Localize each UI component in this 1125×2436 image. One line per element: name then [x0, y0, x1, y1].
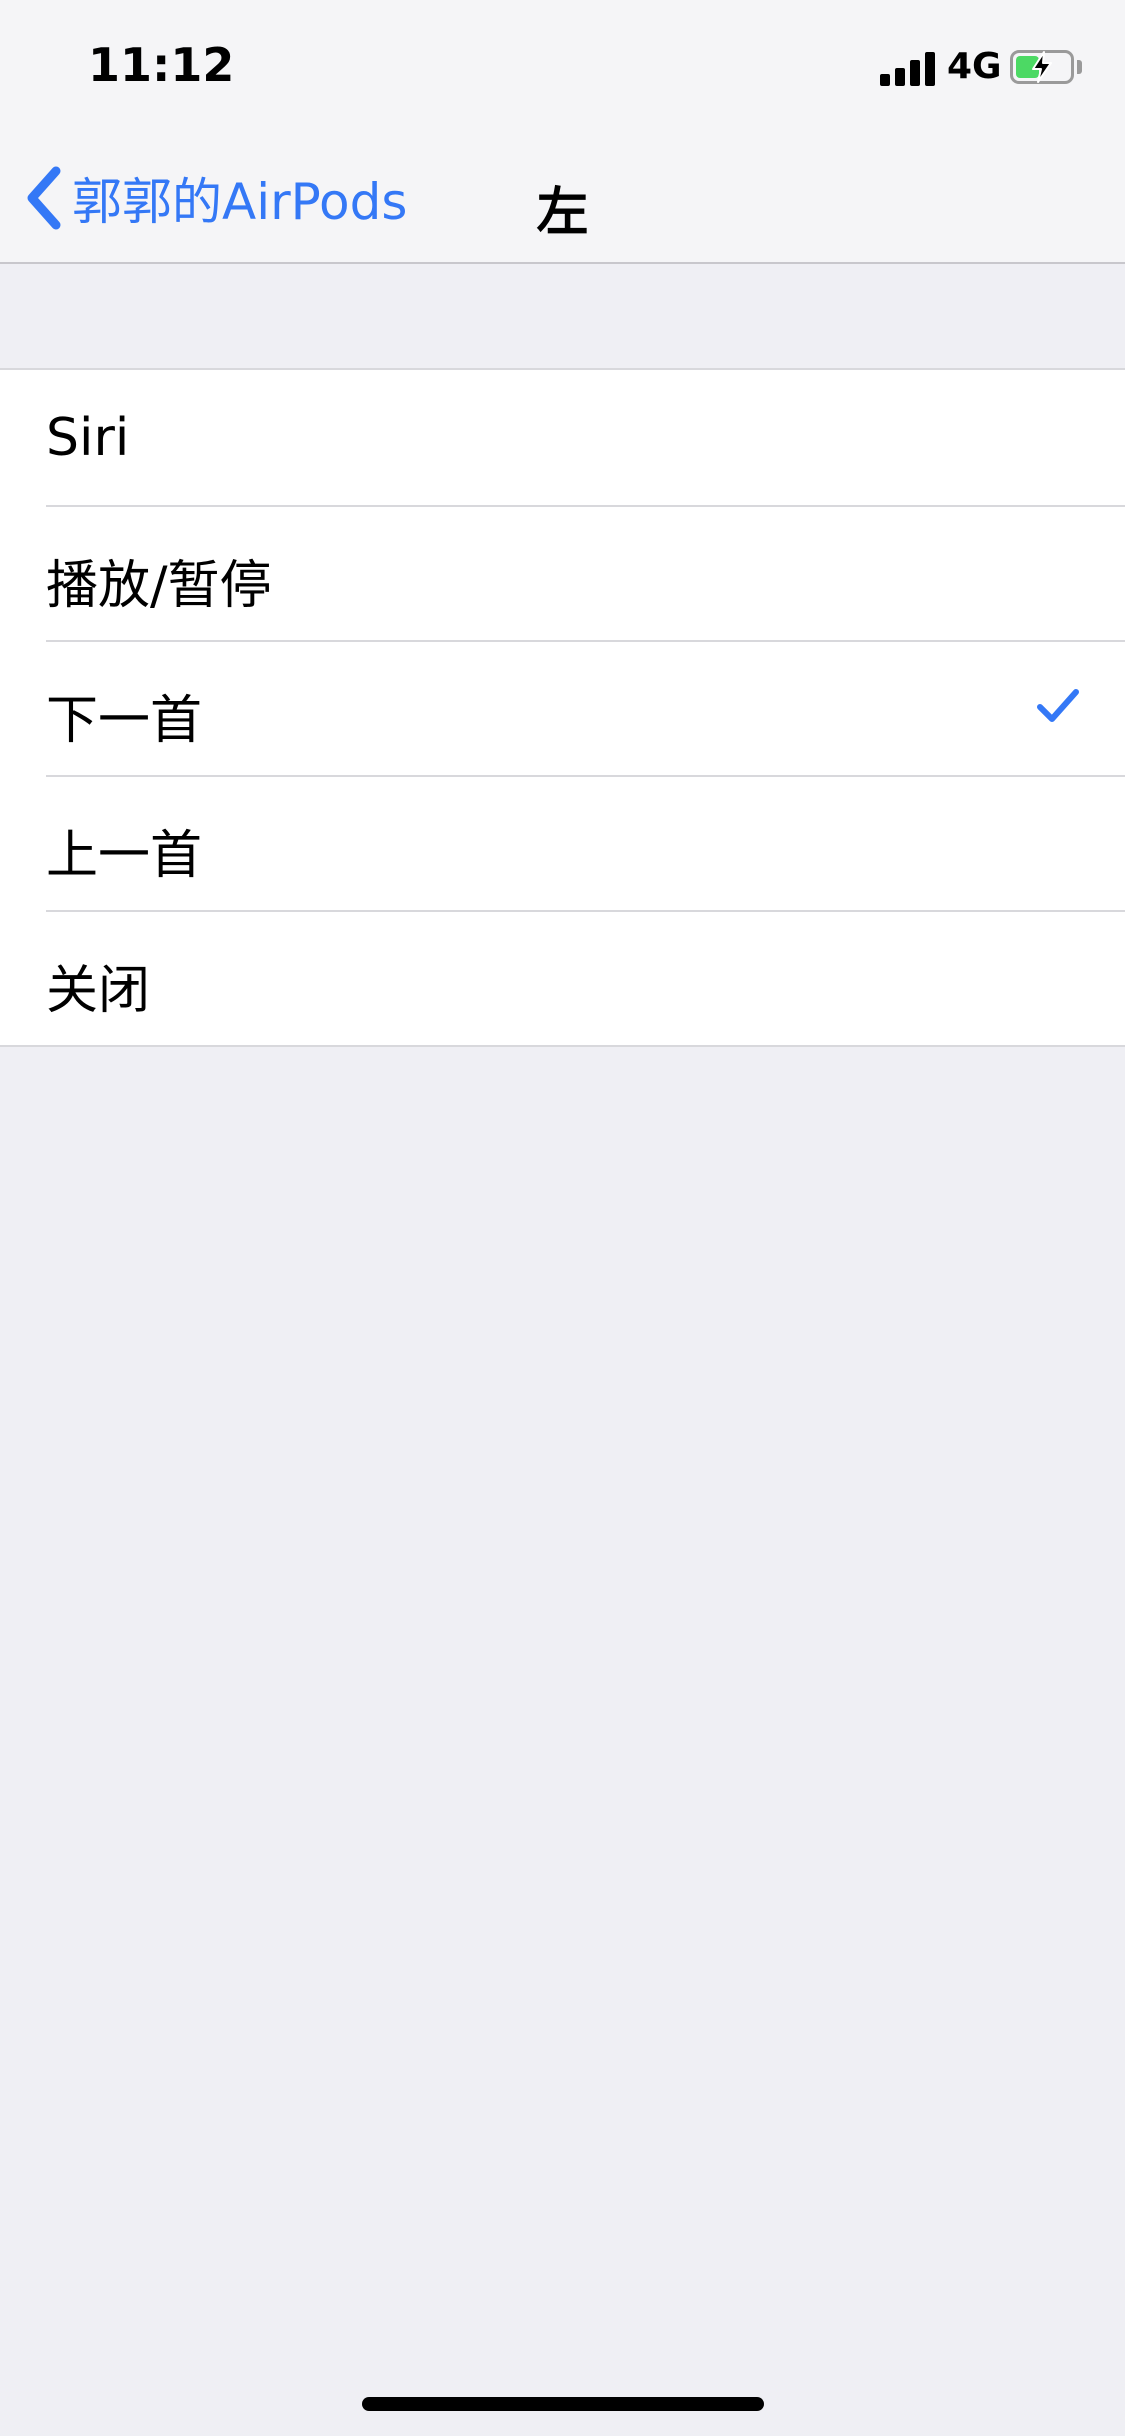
option-label: Siri — [46, 408, 130, 468]
checkmark-icon — [1037, 689, 1079, 722]
option-row-siri[interactable]: Siri — [0, 370, 1125, 505]
option-row-play-pause[interactable]: 播放/暂停 — [0, 505, 1125, 640]
network-type: 4G — [947, 46, 1002, 87]
status-bar: 11:12 4G — [0, 0, 1125, 132]
bolt-icon — [1032, 51, 1052, 83]
options-list: Siri 播放/暂停 下一首 上一首 关闭 — [0, 368, 1125, 1047]
page-title: 左 — [536, 183, 589, 243]
status-time: 11:12 — [88, 38, 235, 92]
option-label: 关闭 — [46, 961, 151, 1021]
home-indicator[interactable] — [362, 2397, 764, 2411]
navigation-bar: 郭郭的AirPods 左 — [0, 132, 1125, 264]
option-row-next-track[interactable]: 下一首 — [0, 640, 1125, 775]
battery-cap — [1077, 60, 1082, 74]
option-row-off[interactable]: 关闭 — [0, 910, 1125, 1045]
signal-strength-icon — [880, 50, 936, 86]
option-row-previous-track[interactable]: 上一首 — [0, 775, 1125, 910]
option-label: 下一首 — [46, 691, 203, 751]
option-label: 上一首 — [46, 826, 203, 886]
option-label: 播放/暂停 — [46, 556, 272, 616]
